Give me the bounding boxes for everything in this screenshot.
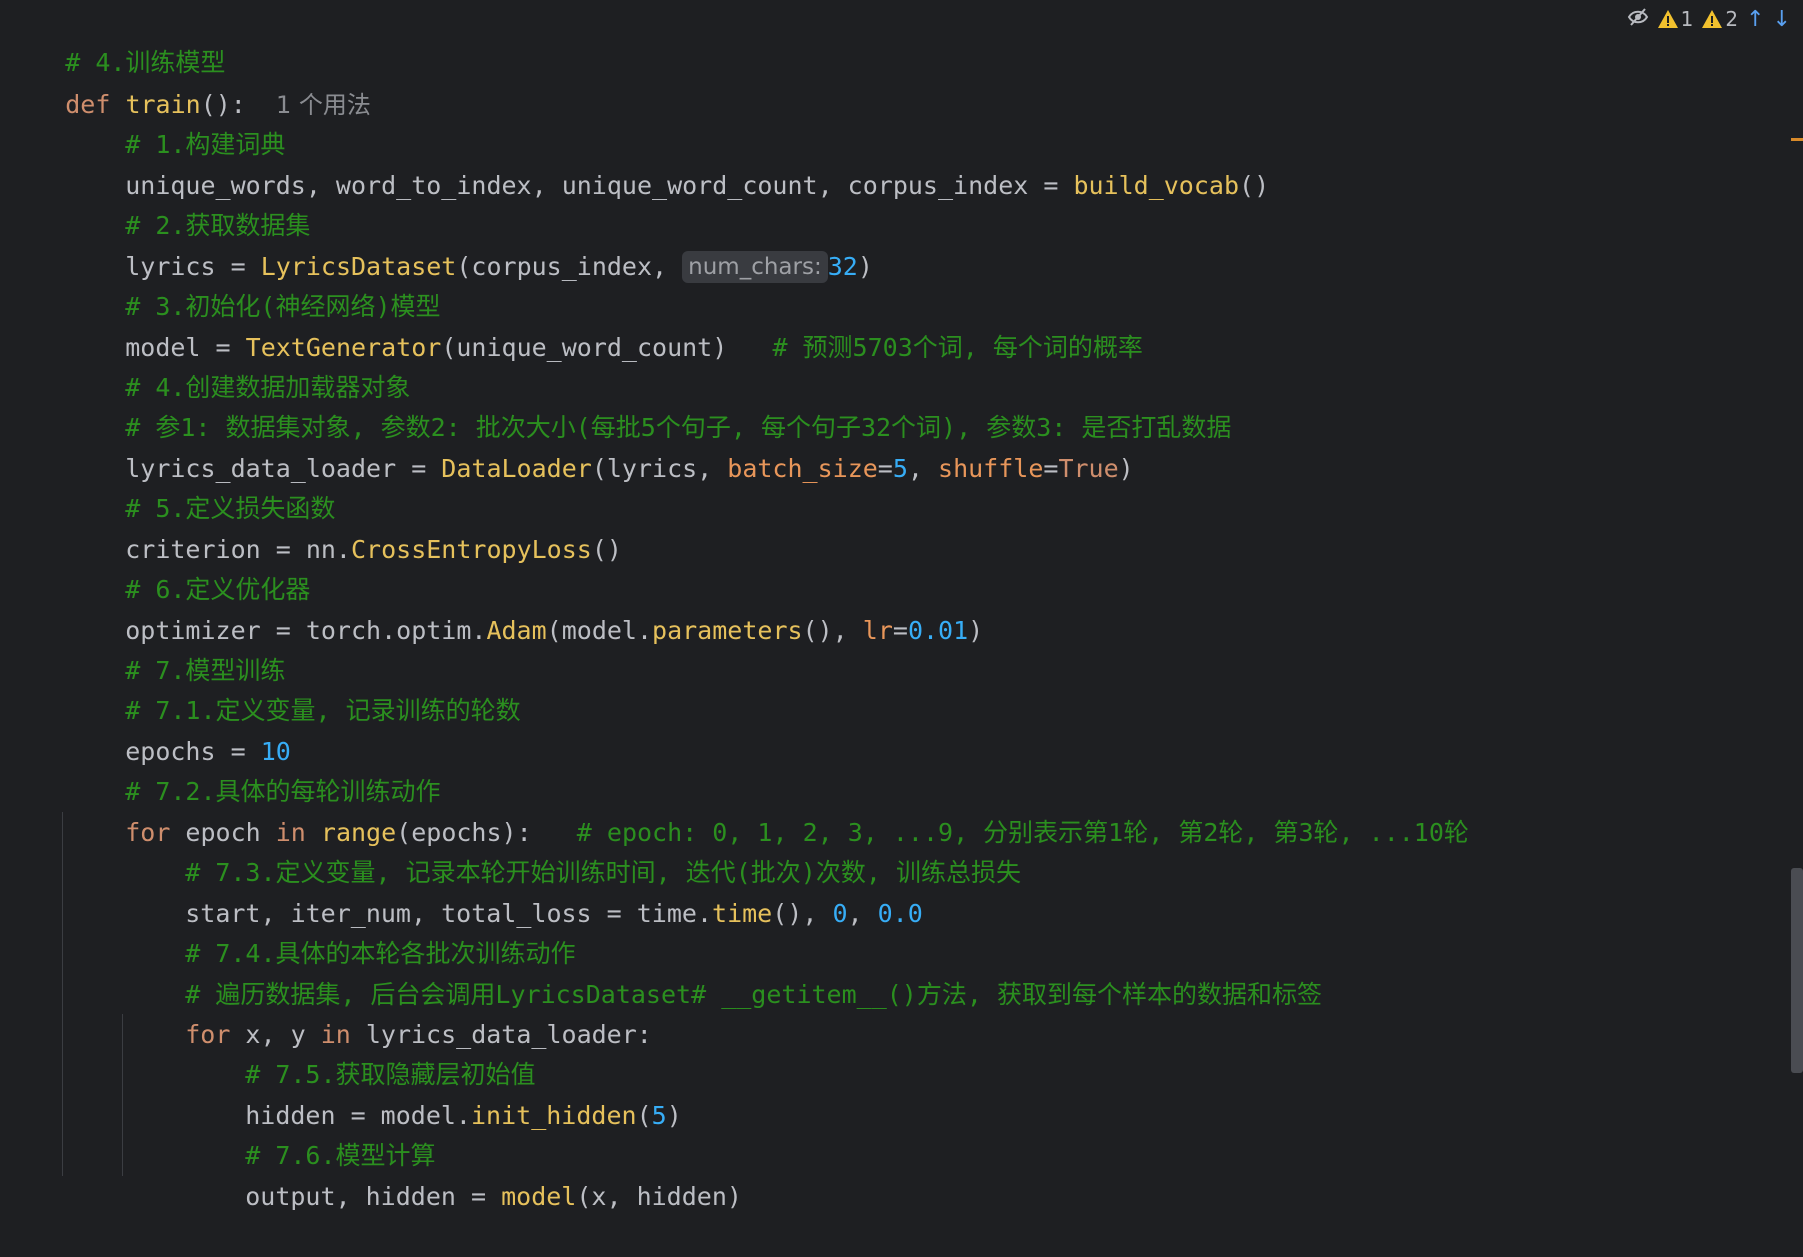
code-line: hidden = model.init_hidden(5) xyxy=(5,1056,682,1130)
function-call[interactable]: model xyxy=(501,1182,576,1211)
code-editor[interactable]: # 4.训练模型 def train(): 1 个用法 # 1.构建词典 uni… xyxy=(0,0,1803,1211)
code-line: output, hidden = model(x, hidden) xyxy=(5,1137,742,1211)
code-text: (corpus_index, xyxy=(456,252,683,281)
code-text: (model. xyxy=(546,616,653,645)
comment: # 预测5703个词, 每个词的概率 xyxy=(772,333,1143,362)
code-line: # 6.定义优化器 xyxy=(5,530,310,604)
code-line: # 7.5.获取隐藏层初始值 xyxy=(5,1015,535,1089)
code-line: # 4.训练模型 xyxy=(5,3,225,77)
function-call[interactable]: time xyxy=(712,899,772,928)
code-line: def train(): 1 个用法 xyxy=(5,45,371,119)
keyword-true: True xyxy=(1058,454,1119,483)
code-line: # 4.创建数据加载器对象 xyxy=(5,328,410,402)
punctuation: ) xyxy=(968,616,984,645)
code-line: lyrics_data_loader = DataLoader(lyrics, … xyxy=(5,409,1134,483)
code-line: # 7.1.定义变量, 记录训练的轮数 xyxy=(5,651,520,725)
code-line: # 7.3.定义变量, 记录本轮开始训练时间, 迭代(批次)次数, 训练总损失 xyxy=(5,813,1021,887)
warning-icon xyxy=(1702,10,1723,28)
punctuation: ) xyxy=(857,252,873,281)
vertical-scrollbar[interactable] xyxy=(1791,868,1803,1073)
code-line: # 3.初始化(神经网络)模型 xyxy=(5,247,440,321)
function-call[interactable]: parameters xyxy=(652,616,803,645)
function-call[interactable]: build_vocab xyxy=(1073,171,1239,200)
usages-link[interactable]: 1 个用法 xyxy=(276,91,371,119)
function-call[interactable]: CrossEntropyLoss xyxy=(351,535,592,564)
punctuation: (), xyxy=(772,899,833,928)
function-call[interactable]: init_hidden xyxy=(471,1101,637,1130)
code-line: epochs = 10 xyxy=(5,692,291,766)
punctuation: = xyxy=(1043,454,1059,483)
code-line: for epoch in range(epochs): # epoch: 0, … xyxy=(5,773,1469,847)
code-line: # 5.定义损失函数 xyxy=(5,449,335,523)
warning-indicator[interactable]: 1 xyxy=(1657,7,1694,31)
code-line: model = TextGenerator(unique_word_count)… xyxy=(5,288,1143,362)
eye-off-icon[interactable] xyxy=(1627,7,1649,32)
code-line: # 1.构建词典 xyxy=(5,85,285,159)
number-literal: 0.01 xyxy=(907,616,969,645)
punctuation: () xyxy=(591,535,622,564)
function-call[interactable]: Adam xyxy=(486,616,546,645)
code-line: # 7.6.模型计算 xyxy=(5,1096,435,1170)
number-literal: 0.0 xyxy=(877,899,923,928)
keyword-argument: lr xyxy=(862,616,893,645)
inspection-widget[interactable]: 1 2 ↑ ↓ xyxy=(1627,4,1791,34)
code-line: # 2.获取数据集 xyxy=(5,166,310,240)
number-literal: 5 xyxy=(892,454,908,483)
punctuation: = xyxy=(877,454,893,483)
number-literal: 5 xyxy=(651,1101,667,1130)
code-line: # 7.模型训练 xyxy=(5,611,285,685)
code-line: optimizer = torch.optim.Adam(model.param… xyxy=(5,571,983,645)
punctuation: , xyxy=(907,454,939,483)
parameter-hint: num_chars: xyxy=(682,251,828,283)
code-line: # 7.4.具体的本轮各批次训练动作 xyxy=(5,894,575,968)
punctuation: , xyxy=(847,899,878,928)
code-line: criterion = nn.CrossEntropyLoss() xyxy=(5,490,622,564)
warning-stripe-marker[interactable] xyxy=(1791,138,1803,141)
code-line: start, iter_num, total_loss = time.time(… xyxy=(5,854,923,928)
weak-warning-indicator[interactable]: 2 xyxy=(1701,7,1738,31)
punctuation: = xyxy=(892,616,908,645)
keyword-argument: batch_size xyxy=(727,454,878,483)
warning-count: 2 xyxy=(1725,7,1739,31)
code-line: # 7.2.具体的每轮训练动作 xyxy=(5,732,440,806)
code-line: lyrics = LyricsDataset(corpus_index, num… xyxy=(5,207,873,283)
warning-count: 1 xyxy=(1680,7,1694,31)
punctuation: ( xyxy=(636,1101,652,1130)
warning-icon xyxy=(1657,10,1678,28)
arrow-up-icon[interactable]: ↑ xyxy=(1746,7,1764,32)
code-text: (lyrics, xyxy=(591,454,728,483)
arrow-down-icon[interactable]: ↓ xyxy=(1773,7,1791,32)
keyword-argument: shuffle xyxy=(938,454,1044,483)
function-call[interactable]: DataLoader xyxy=(441,454,592,483)
code-line: # 遍历数据集, 后台会调用LyricsDataset# __getitem__… xyxy=(5,935,1322,1009)
punctuation: ) xyxy=(666,1101,682,1130)
code-line: for x, y in lyrics_data_loader: xyxy=(5,975,652,1049)
code-line: # 参1: 数据集对象, 参数2: 批次大小(每批5个句子, 每个句子32个词)… xyxy=(5,368,1231,442)
number-literal: 0 xyxy=(832,899,848,928)
punctuation: () xyxy=(1239,171,1270,200)
punctuation: (), xyxy=(802,616,863,645)
code-line: unique_words, word_to_index, unique_word… xyxy=(5,126,1269,200)
code-text: (x, hidden) xyxy=(576,1182,742,1211)
punctuation: ) xyxy=(1118,454,1134,483)
code-text: output, hidden = xyxy=(245,1182,502,1211)
code-text: (unique_word_count) xyxy=(441,333,728,362)
number-literal: 32 xyxy=(827,252,858,281)
